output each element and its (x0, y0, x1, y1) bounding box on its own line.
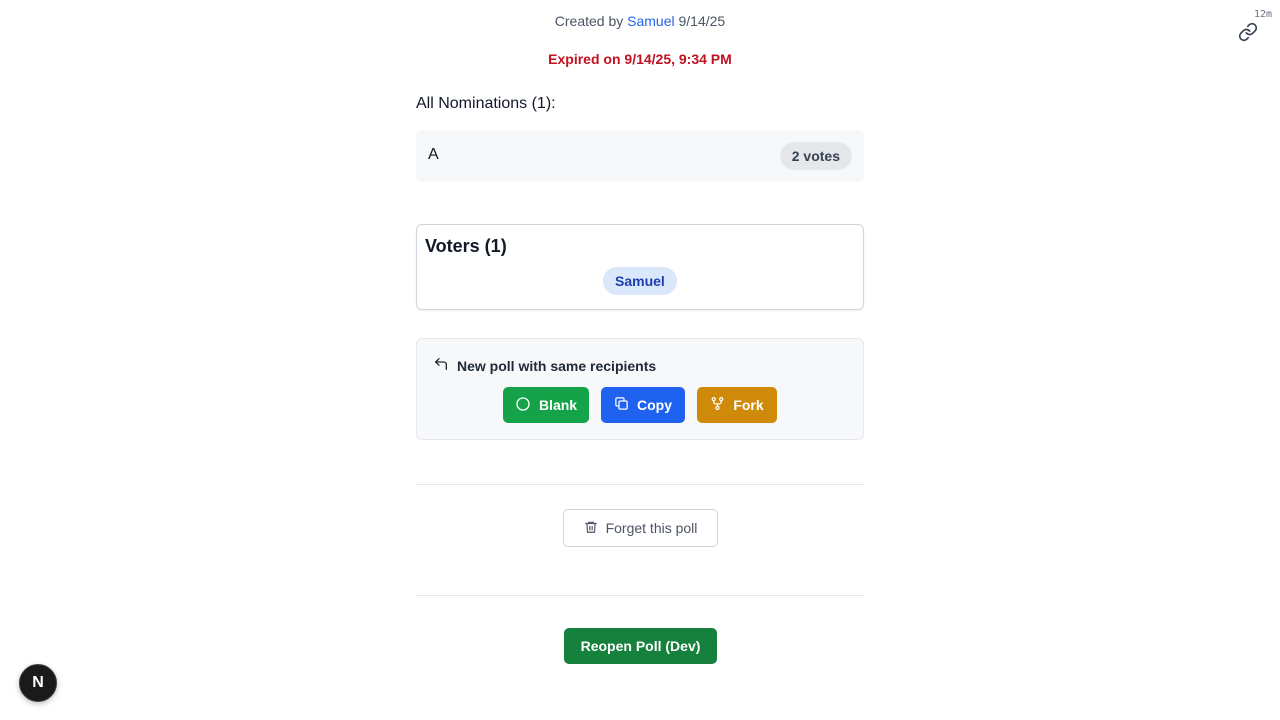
fork-button-label: Fork (733, 397, 764, 413)
expired-status: Expired on 9/14/25, 9:34 PM (548, 51, 732, 67)
forget-poll-label: Forget this poll (605, 520, 698, 536)
created-date: 9/14/25 (678, 13, 726, 29)
voters-card: Voters (1) Samuel (416, 224, 864, 310)
created-by-line: Created by Samuel 9/14/25 (0, 13, 1280, 29)
new-poll-heading: New poll with same recipients (433, 356, 656, 375)
author-link[interactable]: Samuel (627, 13, 674, 29)
new-poll-heading-label: New poll with same recipients (457, 357, 657, 374)
forget-poll-button[interactable]: Forget this poll (563, 509, 718, 547)
created-prefix: Created by (554, 13, 624, 29)
reopen-poll-button[interactable]: Reopen Poll (Dev) (564, 628, 717, 664)
copy-button[interactable]: Copy (601, 387, 685, 423)
fork-icon (710, 396, 725, 414)
voters-title: Voters (1) (425, 236, 507, 256)
dev-badge-letter: N (32, 674, 44, 691)
divider (416, 484, 864, 485)
circle-icon (515, 396, 531, 415)
nominations-heading: All Nominations (1): (416, 95, 556, 112)
divider (416, 595, 864, 596)
copy-button-label: Copy (637, 397, 672, 413)
age-label: 12m (1253, 9, 1272, 20)
share-area: 12m (1236, 8, 1274, 44)
voter-chip: Samuel (603, 267, 677, 295)
dev-tools-badge[interactable]: N (19, 664, 57, 702)
nomination-item: A 2 votes (416, 130, 864, 182)
copy-icon (614, 396, 629, 414)
vote-count-badge: 2 votes (779, 142, 852, 170)
new-poll-card: New poll with same recipients Blank Copy (416, 338, 864, 440)
reply-arrow-icon (433, 356, 449, 375)
link-icon[interactable] (1238, 22, 1258, 47)
trash-icon (584, 520, 598, 537)
blank-button[interactable]: Blank (503, 387, 589, 423)
blank-button-label: Blank (538, 397, 578, 413)
fork-button[interactable]: Fork (697, 387, 777, 423)
nomination-name: A (428, 146, 439, 163)
